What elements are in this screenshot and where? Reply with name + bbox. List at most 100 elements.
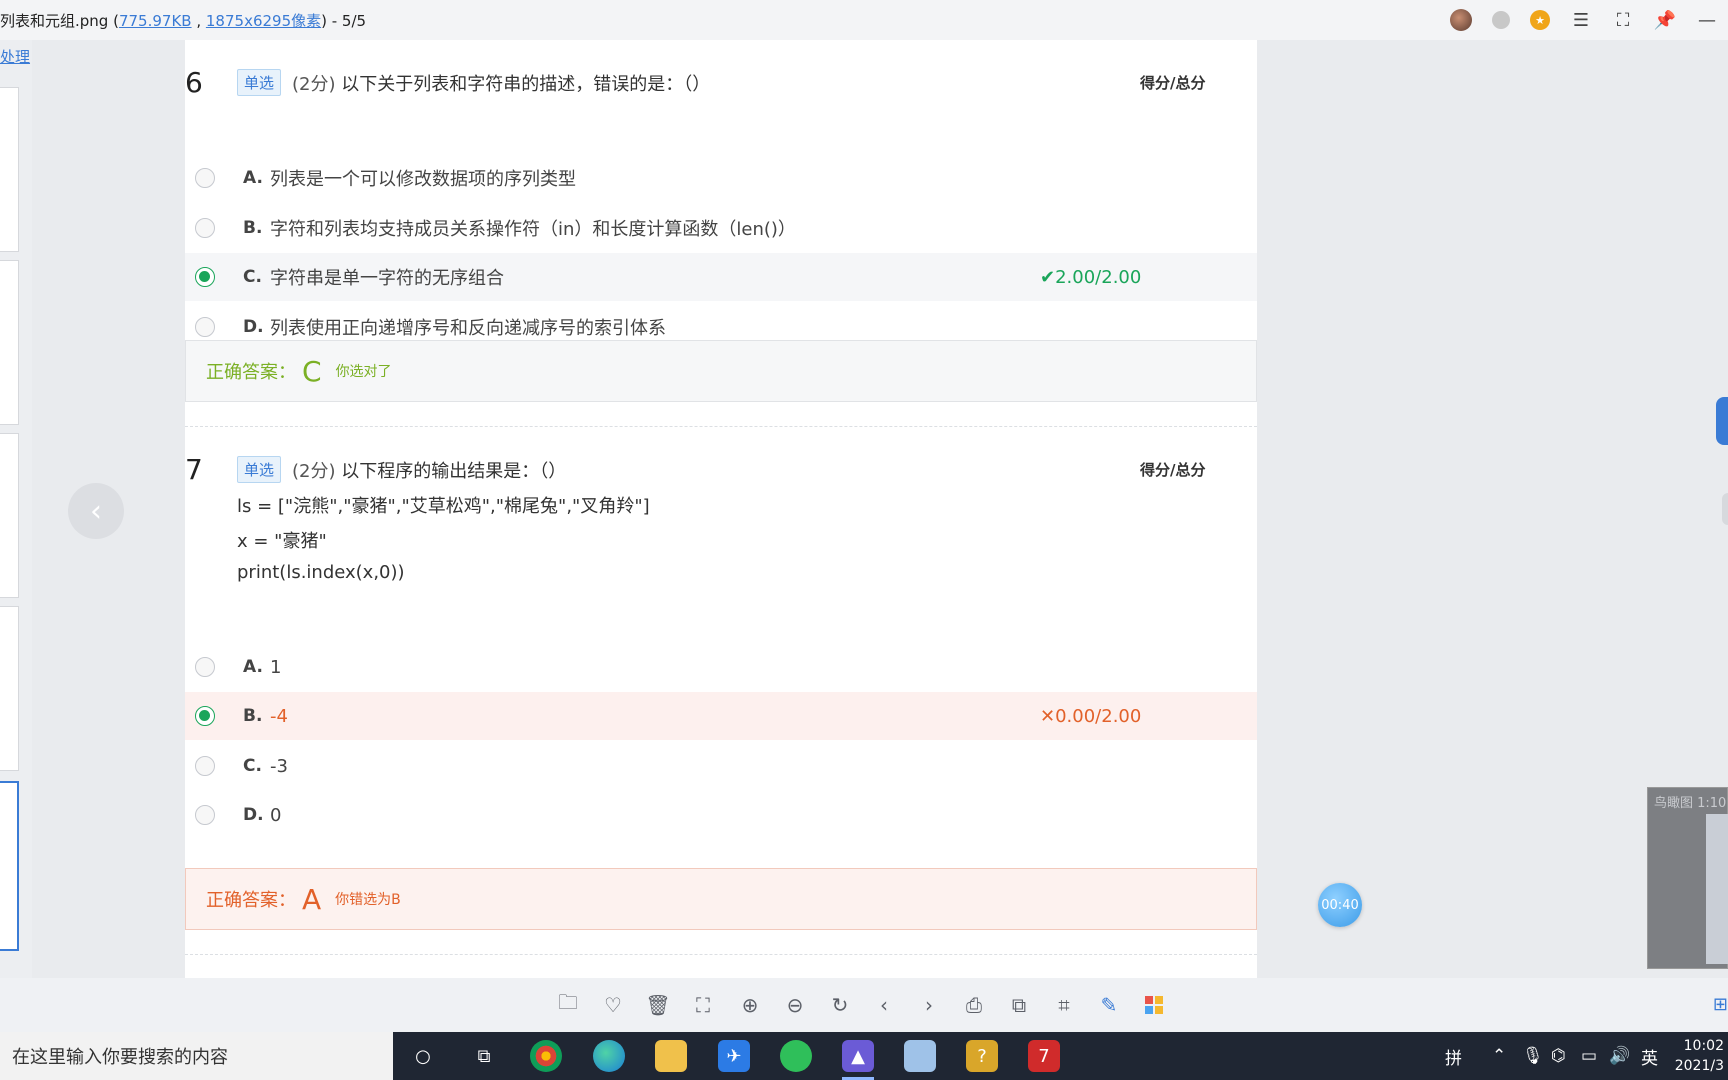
apps-icon[interactable] [1141,992,1167,1018]
favorite-icon[interactable]: ♡ [600,992,626,1018]
option-score: ✔2.00/2.00 [1040,266,1142,288]
feishu-icon[interactable]: ✈ [718,1040,750,1072]
option-row[interactable]: C. -3 [185,742,1257,790]
answer-letter: C [302,354,322,388]
thumbnail-5[interactable] [0,781,19,951]
option-row[interactable]: B. 字符和列表均支持成员关系操作符（in）和长度计算函数（len()） [185,204,1257,252]
question-divider [185,426,1257,427]
radio-icon[interactable] [195,805,215,825]
ime-indicator[interactable]: 拼 [1445,1032,1462,1080]
vip-grey-icon[interactable] [1492,11,1510,29]
option-row-selected[interactable]: C. 字符串是单一字符的无序组合 ✔2.00/2.00 [185,253,1257,301]
question-stem: (2分) 以下关于列表和字符串的描述，错误的是：（） [292,74,711,95]
option-text: 字符串是单一字符的无序组合 [270,268,504,289]
score-label: 得分/总分 [1140,74,1206,92]
next-icon[interactable]: › [916,992,942,1018]
windows-taskbar: 在这里输入你要搜索的内容 ○ ⧉ ✈ ▲ ? 7 拼 ⌃ 🎙 ⌬ ▭ 🔊 英 1… [0,1032,1728,1080]
thumbnail-1[interactable] [0,87,19,252]
zoom-in-icon[interactable]: ⊕ [737,992,763,1018]
print-icon[interactable]: ⎙ [961,992,987,1018]
question-type-tag: 单选 [237,456,282,483]
code-line: ls = ["浣熊","豪猪","艾草松鸡","棉尾兔","叉角羚"] [237,496,650,517]
thumbnail-4[interactable] [0,606,19,771]
pin-icon[interactable]: 📌 [1654,9,1676,31]
fullscreen-icon[interactable]: ⛶ [1612,9,1634,31]
minimize-icon[interactable]: — [1696,9,1718,31]
convert-icon[interactable]: ⧉ [1006,992,1032,1018]
radio-icon[interactable] [195,657,215,677]
image-dims-link[interactable]: 1875x6295像素 [206,12,321,30]
side-panel-tab[interactable] [1716,397,1728,445]
previous-image-button[interactable]: ‹ [68,483,124,539]
option-row-selected[interactable]: B. -4 ✕0.00/2.00 [185,692,1257,740]
screenshot-icon[interactable]: ⌗ [1051,992,1077,1018]
fit-window-icon[interactable]: ⛶ [690,992,716,1018]
file-size-link[interactable]: 775.97KB [119,12,192,30]
option-text: -4 [270,705,288,727]
radio-selected-icon[interactable] [195,267,215,287]
option-row[interactable]: D. 0 [185,791,1257,839]
option-row[interactable]: A. 1 [185,643,1257,691]
answer-note: 你选对了 [335,364,392,380]
evernote-icon[interactable] [780,1040,812,1072]
code-line: print(ls.index(x,0)) [237,562,405,583]
battery-icon[interactable]: ▭ [1581,1032,1597,1080]
answer-letter: A [302,882,322,916]
delete-icon[interactable]: 🗑 [645,992,671,1018]
radio-selected-icon[interactable] [195,706,215,726]
cross-icon: ✕ [1040,705,1056,727]
score-label: 得分/总分 [1140,461,1206,479]
volume-icon[interactable]: 🔊 [1609,1032,1630,1080]
chevron-left-icon: ‹ [90,493,102,529]
vip-gold-icon[interactable]: ★ [1530,10,1550,30]
thumbnail-2[interactable] [0,260,19,425]
option-text: 1 [270,656,282,678]
rotate-icon[interactable]: ↻ [827,992,853,1018]
window-title: 列表和元组.png (775.97KB , 1875x6295像素) - 5/5 [0,11,367,30]
expand-icon[interactable]: ⊞ [1713,994,1728,1015]
help-icon[interactable]: ? [966,1040,998,1072]
question-type-tag: 单选 [237,69,282,96]
thumbnail-strip: 处理 [0,40,32,978]
microphone-icon[interactable]: 🎙 [1522,1032,1544,1080]
user-avatar[interactable] [1450,9,1472,31]
birdseye-view[interactable]: 鸟瞰图 1:10 [1647,787,1728,969]
tray-chevron-icon[interactable]: ⌃ [1492,1032,1506,1080]
image-viewer-icon[interactable]: ▲ [842,1040,874,1080]
system-clock[interactable]: 10:02 2021/3 [1675,1036,1724,1076]
next-image-button[interactable] [1722,493,1728,525]
zoom-out-icon[interactable]: ⊖ [782,992,808,1018]
previous-icon[interactable]: ‹ [871,992,897,1018]
radio-icon[interactable] [195,218,215,238]
edit-icon[interactable]: ✎ [1096,992,1122,1018]
viewer-toolbar: 🗀 ♡ 🗑 ⛶ ⊕ ⊖ ↻ ‹ › ⎙ ⧉ ⌗ ✎ ⊞ [0,978,1728,1032]
title-bar: 列表和元组.png (775.97KB , 1875x6295像素) - 5/5… [0,0,1728,40]
menu-icon[interactable]: ☰ [1570,9,1592,31]
option-text: 列表是一个可以修改数据项的序列类型 [270,169,576,190]
timer-badge[interactable]: 00:40 [1318,883,1362,927]
file-explorer-icon[interactable] [655,1040,687,1072]
radio-icon[interactable] [195,756,215,776]
language-indicator[interactable]: 英 [1641,1032,1658,1080]
check-icon: ✔ [1040,266,1056,288]
network-icon[interactable]: ⌬ [1551,1032,1566,1080]
radio-icon[interactable] [195,168,215,188]
cortana-icon[interactable]: ○ [407,1040,439,1072]
chrome-icon[interactable] [530,1040,562,1072]
question-number: 7 [185,453,203,486]
open-folder-icon[interactable]: 🗀 [555,990,581,1018]
correct-answer-box: 正确答案： A 你错选为B [185,868,1257,930]
question-number: 6 [185,66,203,99]
app-red-icon[interactable]: 7 [1028,1040,1060,1072]
thumbnail-3[interactable] [0,433,19,598]
process-link[interactable]: 处理 [0,46,30,67]
edge-icon[interactable] [593,1040,625,1072]
notes-icon[interactable] [904,1040,936,1072]
option-text: 列表使用正向递增序号和反向递减序号的索引体系 [270,318,666,339]
birdseye-thumbnail[interactable] [1706,814,1728,964]
radio-icon[interactable] [195,317,215,337]
task-view-icon[interactable]: ⧉ [468,1040,500,1072]
option-row[interactable]: A. 列表是一个可以修改数据项的序列类型 [185,154,1257,202]
taskbar-search[interactable]: 在这里输入你要搜索的内容 [0,1032,393,1080]
birdseye-label: 鸟瞰图 1:10 [1654,796,1727,811]
